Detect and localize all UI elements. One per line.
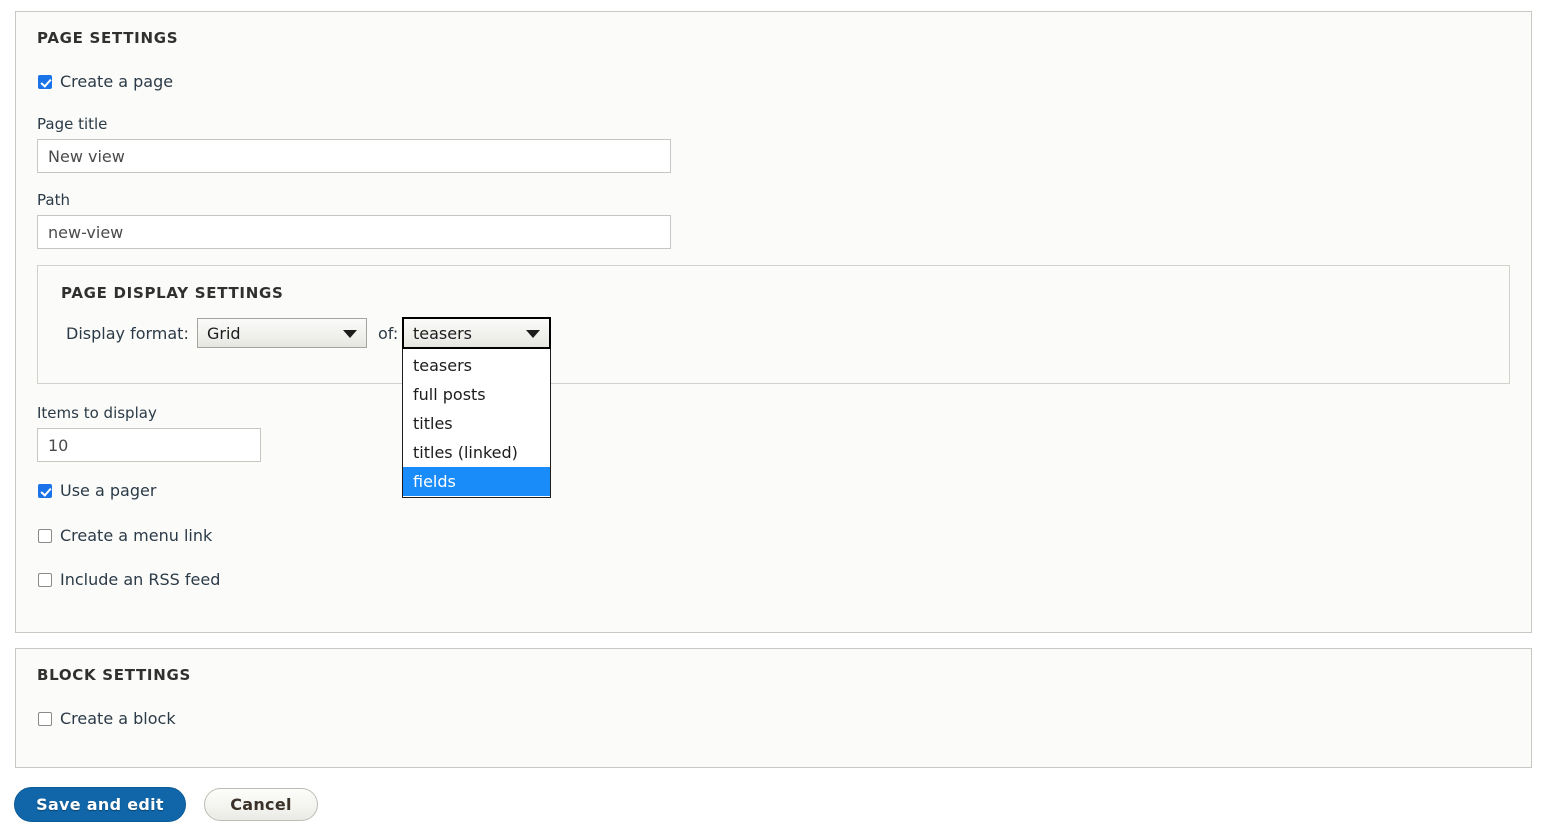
dropdown-option-full-posts[interactable]: full posts	[403, 380, 550, 409]
page-settings-legend: Page settings	[37, 29, 179, 47]
of-label: of:	[378, 324, 399, 343]
create-a-page-checkbox-row[interactable]: Create a page	[38, 74, 173, 90]
block-settings-fieldset	[15, 648, 1532, 768]
include-rss-feed-checkbox[interactable]	[38, 573, 52, 587]
chevron-down-icon	[343, 330, 357, 338]
page-display-settings-legend: Page display settings	[61, 284, 284, 302]
display-content-type-dropdown-list[interactable]: teasers full posts titles titles (linked…	[402, 349, 551, 498]
create-a-block-label: Create a block	[60, 709, 176, 728]
dropdown-option-fields[interactable]: fields	[403, 467, 550, 496]
create-a-menu-link-checkbox[interactable]	[38, 529, 52, 543]
create-a-menu-link-checkbox-row[interactable]: Create a menu link	[38, 528, 212, 544]
use-a-pager-checkbox-row[interactable]: Use a pager	[38, 483, 156, 499]
use-a-pager-checkbox[interactable]	[38, 484, 52, 498]
dropdown-option-teasers[interactable]: teasers	[403, 351, 550, 380]
create-a-block-checkbox-row[interactable]: Create a block	[38, 711, 176, 727]
display-content-type-select-value: teasers	[413, 323, 473, 343]
items-to-display-label: Items to display	[37, 404, 157, 422]
views-wizard-form: Page settings Create a page Page title P…	[0, 0, 1548, 836]
page-title-label: Page title	[37, 115, 108, 133]
dropdown-option-titles[interactable]: titles	[403, 409, 550, 438]
include-rss-feed-checkbox-row[interactable]: Include an RSS feed	[38, 572, 220, 588]
create-a-page-checkbox[interactable]	[38, 75, 52, 89]
display-content-type-select[interactable]: teasers	[402, 317, 551, 349]
items-to-display-input[interactable]	[37, 428, 261, 462]
cancel-button[interactable]: Cancel	[204, 788, 318, 821]
path-label: Path	[37, 191, 70, 209]
create-a-menu-link-label: Create a menu link	[60, 526, 213, 545]
page-title-input[interactable]	[37, 139, 671, 173]
path-input[interactable]	[37, 215, 671, 249]
dropdown-option-titles-linked[interactable]: titles (linked)	[403, 438, 550, 467]
block-settings-legend: Block settings	[37, 666, 191, 684]
chevron-down-icon	[526, 330, 540, 338]
display-format-select-value: Grid	[207, 323, 241, 343]
display-format-label: Display format:	[66, 324, 189, 343]
create-a-page-label: Create a page	[60, 72, 174, 91]
create-a-block-checkbox[interactable]	[38, 712, 52, 726]
include-rss-feed-label: Include an RSS feed	[60, 570, 221, 589]
use-a-pager-label: Use a pager	[60, 481, 157, 500]
display-format-select[interactable]: Grid	[197, 318, 367, 348]
save-and-edit-button[interactable]: Save and edit	[14, 787, 186, 822]
